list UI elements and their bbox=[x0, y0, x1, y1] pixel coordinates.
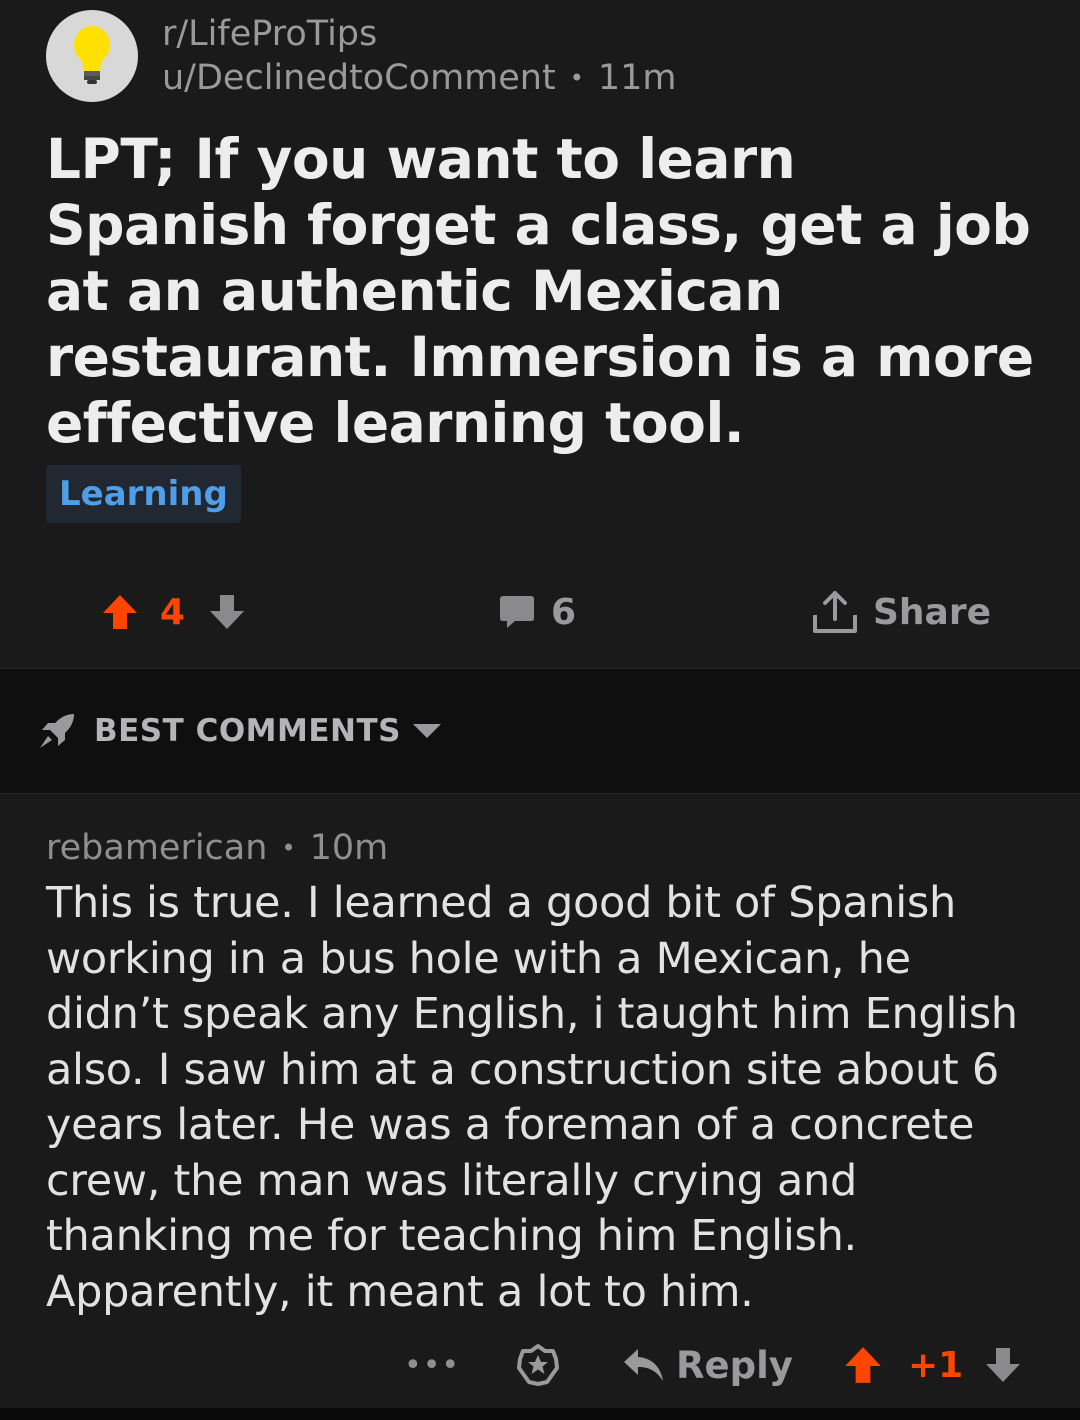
more-options-button[interactable]: ••• bbox=[404, 1333, 460, 1397]
post-flair[interactable]: Learning bbox=[46, 465, 241, 523]
reply-arrow-icon bbox=[624, 1349, 663, 1381]
meta-separator: • bbox=[569, 64, 584, 92]
post-title[interactable]: LPT; If you want to learn Spanish forget… bbox=[46, 126, 1046, 456]
post-meta: u/DeclinedtoComment • 11m bbox=[162, 56, 677, 100]
post-age: 11m bbox=[597, 58, 677, 98]
downvote-icon[interactable] bbox=[207, 592, 247, 632]
post-vote-count: 4 bbox=[160, 591, 186, 633]
subreddit-avatar[interactable] bbox=[46, 10, 138, 102]
post-page: r/LifeProTips u/DeclinedtoComment • 11m … bbox=[0, 0, 1080, 1420]
award-button[interactable] bbox=[516, 1333, 560, 1397]
comment-sort-bar[interactable]: BEST COMMENTS bbox=[0, 668, 1080, 794]
reply-button[interactable]: Reply bbox=[622, 1333, 793, 1397]
comments-button[interactable]: 6 bbox=[497, 578, 576, 646]
chevron-down-icon bbox=[411, 721, 443, 741]
lightbulb-icon bbox=[74, 26, 110, 84]
post-action-bar: 4 6 Share bbox=[0, 578, 1080, 646]
upvote-icon[interactable] bbox=[100, 592, 140, 632]
comment-meta: rebamerican • 10m bbox=[46, 826, 388, 870]
comment-bubble-icon bbox=[500, 596, 534, 628]
comment-votes: +1 bbox=[842, 1333, 1023, 1397]
subreddit-name[interactable]: r/LifeProTips bbox=[162, 12, 677, 56]
comment-action-bar: ••• Reply +1 bbox=[0, 1333, 1080, 1397]
post-header: r/LifeProTips u/DeclinedtoComment • 11m bbox=[46, 10, 677, 102]
reply-label: Reply bbox=[676, 1343, 793, 1387]
post-votes: 4 bbox=[100, 578, 247, 646]
share-label: Share bbox=[873, 591, 992, 633]
post-author[interactable]: u/DeclinedtoComment bbox=[162, 56, 556, 100]
comment-author[interactable]: rebamerican bbox=[46, 828, 267, 868]
comment-count: 6 bbox=[551, 591, 577, 633]
comment-meta-separator: • bbox=[281, 834, 296, 862]
divider bbox=[0, 1408, 1080, 1420]
comment-age: 10m bbox=[309, 828, 389, 868]
award-icon bbox=[517, 1344, 559, 1386]
rocket-icon bbox=[40, 714, 74, 748]
sort-label: BEST COMMENTS bbox=[94, 713, 401, 749]
share-icon bbox=[813, 591, 857, 633]
share-button[interactable]: Share bbox=[811, 578, 991, 646]
upvote-icon[interactable] bbox=[842, 1344, 884, 1386]
comment-body: This is true. I learned a good bit of Sp… bbox=[46, 878, 1018, 1317]
comment-score: +1 bbox=[908, 1344, 964, 1386]
downvote-icon[interactable] bbox=[983, 1345, 1023, 1385]
